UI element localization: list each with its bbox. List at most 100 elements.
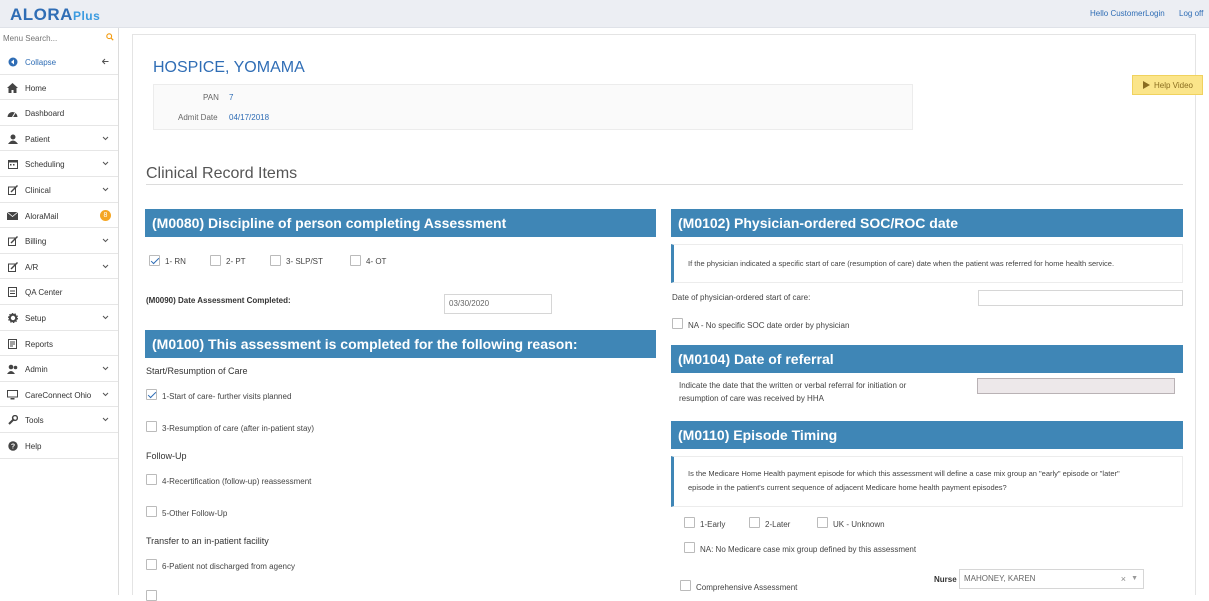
m0104-date-input[interactable] xyxy=(977,378,1175,394)
sidebar-item-reports[interactable]: Reports xyxy=(0,331,118,357)
help-video-button[interactable]: Help Video xyxy=(1132,75,1203,95)
admin-icon xyxy=(7,364,18,375)
chevron-down-icon[interactable] xyxy=(102,416,109,423)
sidebar-item-a-r[interactable]: A/R xyxy=(0,254,118,280)
m0080-slp-checkbox[interactable] xyxy=(270,255,281,266)
sidebar-item-label: Home xyxy=(25,83,47,93)
chevron-down-icon[interactable] xyxy=(102,391,109,398)
admit-date-label: Admit Date xyxy=(178,113,218,122)
m0100-opt3-label: 3-Resumption of care (after in-patient s… xyxy=(162,424,315,433)
m0102-date-label: Date of physician-ordered start of care: xyxy=(672,293,811,302)
sidebar-item-qa-center[interactable]: QA Center xyxy=(0,279,118,305)
m0110-na-checkbox[interactable] xyxy=(684,542,695,553)
sidebar-item-tools[interactable]: Tools xyxy=(0,407,118,433)
unread-badge: 8 xyxy=(100,209,111,221)
sidebar-item-billing[interactable]: Billing xyxy=(0,228,118,254)
section-title: Clinical Record Items xyxy=(146,165,298,182)
m0100-opt5-checkbox[interactable] xyxy=(146,506,157,517)
m0080-pt-checkbox[interactable] xyxy=(210,255,221,266)
m0102-header: (M0102) Physician-ordered SOC/ROC date xyxy=(671,209,1183,237)
chevron-down-icon[interactable] xyxy=(102,314,109,321)
pan-value: 7 xyxy=(229,93,234,102)
sidebar-item-patient[interactable]: Patient xyxy=(0,126,118,152)
m0110-note-line1: Is the Medicare Home Health payment epis… xyxy=(688,469,1120,478)
sidebar-item-label: Admin xyxy=(25,365,48,375)
sidebar-item-clinical[interactable]: Clinical xyxy=(0,177,118,203)
m0080-header: (M0080) Discipline of person completing … xyxy=(145,209,656,237)
m0080-ot-checkbox[interactable] xyxy=(350,255,361,266)
collapse-icon xyxy=(7,57,18,67)
search-icon[interactable] xyxy=(106,33,114,41)
m0102-na-label: NA - No specific SOC date order by physi… xyxy=(688,321,850,330)
arrow-left-icon[interactable] xyxy=(101,58,109,65)
chevron-down-icon[interactable] xyxy=(102,135,109,142)
m0100-opt1-checkbox[interactable] xyxy=(146,389,157,400)
group-follow-up: Follow-Up xyxy=(146,451,187,461)
sidebar-item-label: Tools xyxy=(25,416,44,426)
mail-icon xyxy=(7,211,18,221)
m0100-header: (M0100) This assessment is completed for… xyxy=(145,330,656,358)
play-icon xyxy=(1143,81,1150,89)
m0110-unknown-checkbox[interactable] xyxy=(817,517,828,528)
section-divider xyxy=(146,184,1183,185)
sidebar-item-help[interactable]: ? Help xyxy=(0,433,118,459)
greeting-link[interactable]: Hello CustomerLogin xyxy=(1090,9,1165,18)
m0110-later-checkbox[interactable] xyxy=(749,517,760,528)
m0110-early-checkbox[interactable] xyxy=(684,517,695,528)
sidebar-item-label: Dashboard xyxy=(25,109,65,119)
sidebar-item-aloramail[interactable]: AloraMail 8 xyxy=(0,203,118,229)
m0110-note-line2: episode in the patient's current sequenc… xyxy=(688,483,1007,492)
patient-name[interactable]: HOSPICE, YOMAMA xyxy=(153,59,305,77)
sidebar-item-scheduling[interactable]: Scheduling xyxy=(0,151,118,177)
sidebar-item-admin[interactable]: Admin xyxy=(0,356,118,382)
nurse-select[interactable]: MAHONEY, KAREN × ▼ xyxy=(959,569,1144,589)
m0100-opt7-checkbox[interactable] xyxy=(146,590,157,601)
sidebar-item-label: Scheduling xyxy=(25,160,65,170)
sidebar-item-label: A/R xyxy=(25,262,39,272)
sidebar-item-home[interactable]: Home xyxy=(0,75,118,101)
nurse-label: Nurse xyxy=(934,575,957,584)
comprehensive-checkbox[interactable] xyxy=(680,580,691,591)
clear-icon[interactable]: × xyxy=(1121,570,1126,588)
m0090-date-input[interactable]: 03/30/2020 xyxy=(444,294,552,314)
m0102-note-text: If the physician indicated a specific st… xyxy=(688,259,1115,268)
svg-text:?: ? xyxy=(10,444,14,451)
calendar-icon xyxy=(7,159,18,170)
sidebar-item-label: Patient xyxy=(25,134,50,144)
m0100-opt3-checkbox[interactable] xyxy=(146,421,157,432)
m0104-text-line2: resumption of care was received by HHA xyxy=(679,394,824,403)
gear-icon xyxy=(7,312,18,323)
m0110-note: Is the Medicare Home Health payment epis… xyxy=(671,456,1183,507)
sidebar-item-label: Clinical xyxy=(25,185,51,195)
sidebar-item-label: Collapse xyxy=(25,58,57,67)
sidebar-item-careconnect-ohio[interactable]: CareConnect Ohio xyxy=(0,382,118,408)
admit-date-value: 04/17/2018 xyxy=(229,113,270,122)
reports-icon xyxy=(7,338,18,349)
alora-logo[interactable]: ALORAPlus xyxy=(10,5,100,25)
m0102-date-input[interactable] xyxy=(978,290,1183,306)
sidebar-item-setup[interactable]: Setup xyxy=(0,305,118,331)
chevron-down-icon[interactable] xyxy=(102,237,109,244)
chevron-down-icon[interactable]: ▼ xyxy=(1131,570,1138,588)
help-icon: ? xyxy=(7,441,18,451)
sidebar-item-dashboard[interactable]: Dashboard xyxy=(0,100,118,126)
m0102-na-checkbox[interactable] xyxy=(672,318,683,329)
sidebar-item-label: Billing xyxy=(25,237,47,247)
m0080-ot-label: 4- OT xyxy=(366,257,387,266)
m0080-rn-checkbox[interactable] xyxy=(149,255,160,266)
sidebar-item-collapse[interactable]: Collapse xyxy=(0,49,118,75)
patient-info-box: PAN 7 Admit Date 04/17/2018 xyxy=(153,84,913,130)
chevron-down-icon[interactable] xyxy=(102,186,109,193)
sidebar-item-label: Reports xyxy=(25,339,54,349)
chevron-down-icon[interactable] xyxy=(102,365,109,372)
m0110-unknown-label: UK - Unknown xyxy=(833,520,885,529)
m0100-opt6-checkbox[interactable] xyxy=(146,559,157,570)
chevron-down-icon[interactable] xyxy=(102,160,109,167)
m0104-header: (M0104) Date of referral xyxy=(671,345,1183,373)
menu-search-input[interactable] xyxy=(0,28,118,49)
chevron-down-icon[interactable] xyxy=(102,263,109,270)
m0100-opt4-label: 4-Recertification (follow-up) reassessme… xyxy=(162,477,312,486)
pan-label: PAN xyxy=(203,93,219,102)
logoff-link[interactable]: Log off xyxy=(1179,9,1203,18)
m0100-opt4-checkbox[interactable] xyxy=(146,474,157,485)
